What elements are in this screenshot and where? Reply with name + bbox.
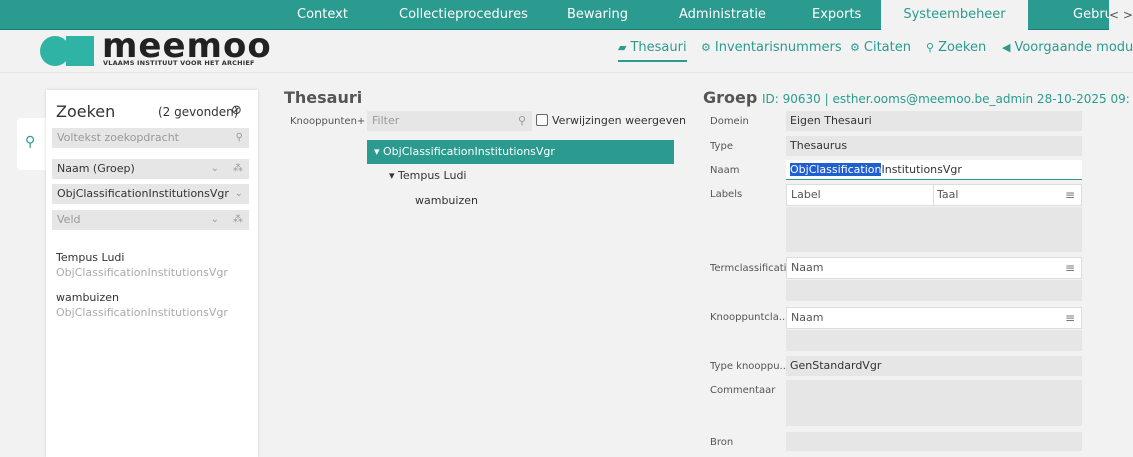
back-circle-icon: ◀ (1002, 41, 1011, 54)
cogs-icon: ⚙ (850, 41, 860, 54)
tab-systeembeheer[interactable]: Systeembeheer (881, 0, 1028, 30)
labels-col-label[interactable]: Label (791, 185, 821, 205)
clear-search-icon[interactable]: ⊘ (231, 103, 242, 118)
labels-grid-header: Label Taal ≡ (786, 184, 1082, 206)
tree-node-selected[interactable]: ▾ ObjClassificationInstitutionsVgr (367, 140, 674, 164)
header-divider (0, 72, 1133, 73)
search-result-item[interactable]: Tempus Ludi ObjClassificationInstitution… (56, 251, 228, 279)
labels-col-taal[interactable]: Taal (937, 185, 958, 205)
source-label: Bron (710, 437, 734, 448)
labels-grid-body[interactable] (786, 207, 1082, 252)
search-field2-select[interactable]: Veld ⌄ ⁂ (52, 210, 249, 230)
search-panel-toggle[interactable]: ⚲ (17, 118, 47, 170)
comment-label: Commentaar (710, 385, 776, 396)
source-field[interactable] (786, 432, 1082, 451)
tab-exports[interactable]: Exports (812, 0, 861, 30)
meemoo-logo[interactable]: meemoo VLAAMS INSTITUUT VOOR HET ARCHIEF (40, 26, 271, 72)
comment-textarea[interactable] (786, 380, 1082, 426)
detail-title: Groep (703, 88, 758, 107)
detail-meta: ID: 90630 | esther.ooms@meemoo.be_admin … (762, 92, 1130, 106)
type-label: Type (710, 141, 733, 152)
column-menu-icon[interactable]: ≡ (1065, 258, 1075, 278)
search-title: Zoeken (56, 102, 116, 121)
show-references-checkbox[interactable] (536, 114, 548, 126)
name-input[interactable]: ObjClassificationInstitutionsVgr (786, 160, 1082, 180)
tab-collectieprocedures[interactable]: Collectieprocedures (399, 0, 528, 30)
termclass-grid-body[interactable] (786, 280, 1082, 301)
search-icon: ⚲ (926, 41, 935, 54)
tree-node[interactable]: wambuizen (415, 194, 478, 207)
search-count: (2 gevonden) (158, 105, 239, 119)
search-field-select[interactable]: Naam (Groep) ⌄ ⁂ (52, 159, 249, 179)
column-menu-icon[interactable]: ≡ (1065, 308, 1075, 328)
termclass-label: Termclassificatie (710, 263, 793, 274)
search-value-select[interactable]: ObjClassificationInstitutionsVgr ⌄ (52, 184, 249, 204)
subnav-thesauri[interactable]: ▰ Thesauri (618, 40, 687, 62)
tab-bewaring[interactable]: Bewaring (567, 0, 628, 30)
nodeclass-col-naam[interactable]: Naam (791, 308, 823, 328)
tab-administratie[interactable]: Administratie (679, 0, 766, 30)
search-icon: ⚲ (517, 114, 526, 127)
termclass-col-naam[interactable]: Naam (791, 258, 823, 278)
fulltext-search-input[interactable]: Voltekst zoekopdracht ⚲ (52, 128, 249, 148)
logo-subtitle: VLAAMS INSTITUUT VOOR HET ARCHIEF (103, 59, 255, 67)
subnav-citaten[interactable]: ⚙ Citaten (850, 40, 911, 62)
subnav-voorgaande-module[interactable]: ◀ Voorgaande module (1002, 40, 1133, 62)
hierarchy-icon[interactable]: ⁂ (233, 210, 243, 230)
tree-node[interactable]: ▾ Tempus Ludi (389, 169, 466, 182)
nodeclass-grid-header: Naam ≡ (786, 307, 1082, 329)
nodeclass-grid-body[interactable] (786, 330, 1082, 351)
hierarchy-icon[interactable]: ⁂ (233, 159, 243, 179)
subnav-inventarisnummers[interactable]: ⚙ Inventarisnummers (701, 40, 842, 62)
column-menu-icon[interactable]: ≡ (1065, 185, 1075, 205)
domain-label: Domein (710, 116, 749, 127)
cogs-icon: ⚙ (701, 41, 711, 54)
tree-filter-input[interactable]: Filter ⚲ (367, 111, 532, 131)
thesauri-title: Thesauri (284, 88, 363, 107)
chevron-down-icon: ⌄ (210, 214, 219, 225)
nodeclass-label: Knooppuntcla... (710, 312, 789, 323)
nodetype-field[interactable]: GenStandardVgr (786, 356, 1082, 376)
subnav-zoeken[interactable]: ⚲ Zoeken (926, 40, 986, 62)
search-icon: ⚲ (25, 134, 36, 150)
termclass-grid-header: Naam ≡ (786, 257, 1082, 279)
tab-scroll-arrows[interactable]: < > (1109, 0, 1133, 30)
search-icon: ⚲ (235, 132, 243, 143)
logo-mark-rect (66, 36, 94, 66)
nodes-label: Knooppunten+ (290, 116, 366, 127)
tab-context[interactable]: Context (297, 0, 348, 30)
name-selection: ObjClassification (790, 163, 882, 176)
chevron-down-icon: ⌄ (234, 188, 243, 199)
name-label: Naam (710, 165, 740, 176)
nodetype-label: Type knooppu... (710, 361, 790, 372)
search-result-item[interactable]: wambuizen ObjClassificationInstitutionsV… (56, 291, 228, 319)
book-icon: ▰ (618, 41, 627, 54)
type-field[interactable]: Thesaurus (786, 136, 1082, 156)
chevron-down-icon: ⌄ (210, 163, 219, 174)
domain-field[interactable]: Eigen Thesauri (786, 111, 1082, 131)
search-panel: Zoeken (2 gevonden) ⊘ Voltekst zoekopdra… (46, 90, 258, 457)
show-references-label: Verwijzingen weergeven (552, 114, 686, 127)
labels-label: Labels (710, 189, 743, 200)
